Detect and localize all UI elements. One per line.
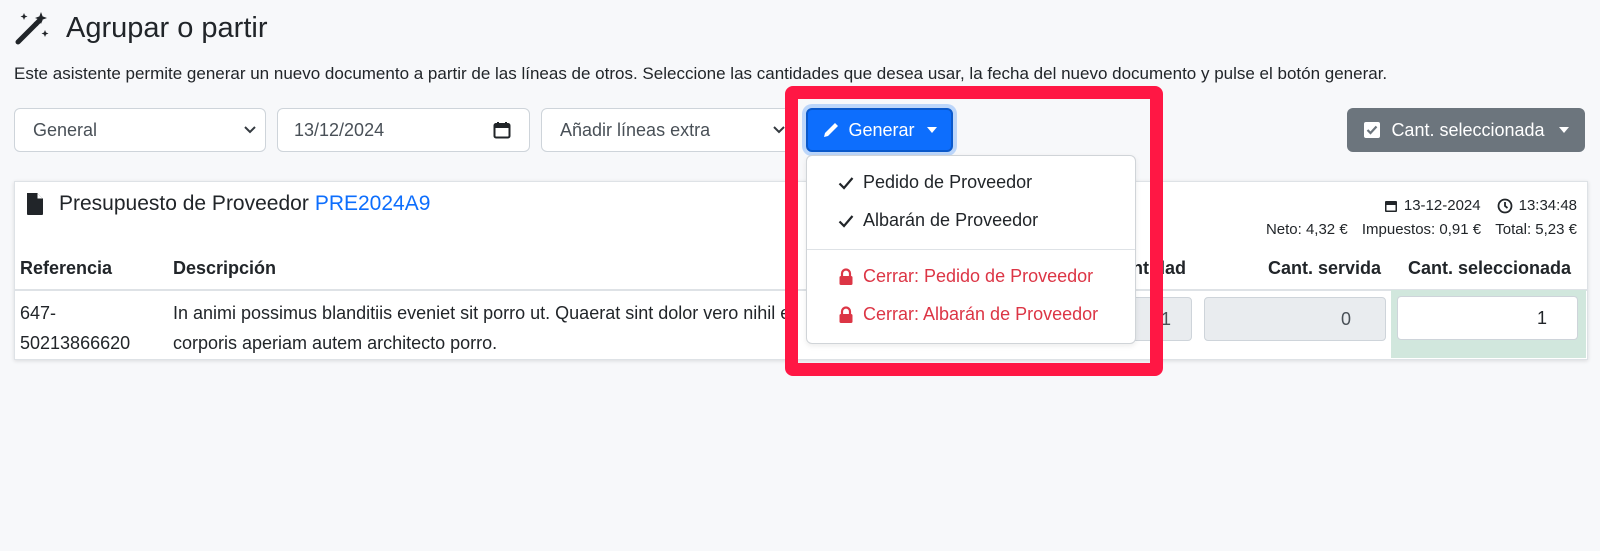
date-input-value: 13/12/2024 [294, 119, 385, 140]
menu-item-label: Cerrar: Pedido de Proveedor [863, 266, 1094, 286]
extra-lines-select[interactable]: Añadir líneas extra [541, 108, 795, 152]
check-square-icon [1364, 122, 1381, 138]
description-line: corporis aperiam autem architecto porro. [173, 333, 498, 353]
menu-item-albaran-proveedor[interactable]: Albarán de Proveedor [837, 210, 1038, 231]
generate-dropdown-menu: Pedido de Proveedor Albarán de Proveedor… [806, 155, 1136, 344]
menu-item-label: Cerrar: Albarán de Proveedor [863, 304, 1099, 324]
chevron-down-icon [244, 126, 256, 134]
check-icon [838, 214, 854, 228]
table-row-description: In animi possimus blanditiis eveniet sit… [173, 298, 813, 358]
quantity-value: 1 [1160, 308, 1171, 329]
column-header-description: Descripción [173, 258, 277, 278]
table-header-divider [14, 289, 1588, 291]
date-input[interactable]: 13/12/2024 [277, 108, 530, 152]
generate-button-label: Generar [848, 119, 915, 140]
document-date: 13-12-2024 [1403, 197, 1481, 214]
served-quantity-field: 0 [1204, 297, 1386, 341]
description-line: In animi possimus blanditiis eveniet sit… [173, 303, 791, 323]
series-select-value: General [33, 119, 98, 140]
caret-down-icon [1558, 127, 1569, 133]
document-meta: 13-12-2024 13:34:48 Neto: 4,32 € Impuest… [1256, 194, 1577, 242]
document-heading: Presupuesto de Proveedor PRE2024A9 [25, 192, 430, 216]
served-quantity-value: 0 [1340, 308, 1351, 329]
page-title: Agrupar o partir [66, 11, 268, 44]
lock-icon [839, 267, 853, 285]
chevron-down-icon [773, 126, 785, 134]
check-icon [838, 176, 854, 190]
file-icon [27, 193, 43, 215]
clock-icon [1497, 198, 1513, 214]
document-type: Presupuesto de Proveedor [59, 192, 309, 215]
calendar-icon [1384, 201, 1397, 212]
selected-quantity-button[interactable]: Cant. seleccionada [1347, 108, 1585, 152]
reference-line: 50213866620 [20, 333, 131, 353]
document-net: Neto: 4,32 € [1265, 221, 1348, 238]
selected-quantity-input[interactable]: 1 [1397, 296, 1578, 340]
document-total: Total: 5,23 € [1495, 221, 1577, 238]
document-code-link[interactable]: PRE2024A9 [315, 192, 431, 216]
page-description: Este asistente permite generar un nuevo … [14, 64, 1388, 83]
menu-divider [807, 249, 1135, 250]
page-header: Agrupar o partir [14, 10, 268, 46]
document-time: 13:34:48 [1518, 197, 1577, 214]
menu-item-cerrar-albaran[interactable]: Cerrar: Albarán de Proveedor [837, 304, 1098, 325]
pencil-icon [824, 123, 839, 137]
selected-quantity-value: 1 [1536, 307, 1547, 328]
menu-item-label: Albarán de Proveedor [863, 210, 1039, 230]
menu-item-cerrar-pedido[interactable]: Cerrar: Pedido de Proveedor [837, 266, 1093, 287]
column-header-served: Cant. servida [1268, 258, 1382, 278]
magic-wand-icon [15, 12, 49, 45]
reference-line: 647- [20, 303, 57, 323]
table-row-reference: 647- 50213866620 [20, 298, 130, 358]
menu-item-pedido-proveedor[interactable]: Pedido de Proveedor [837, 172, 1032, 193]
selected-quantity-label: Cant. seleccionada [1391, 119, 1545, 140]
generate-button[interactable]: Generar [806, 108, 953, 152]
column-header-reference: Referencia [20, 258, 113, 278]
column-header-selected: Cant. seleccionada [1408, 258, 1572, 278]
column-header-quantity: ntidad [1132, 258, 1186, 278]
lock-icon [839, 305, 853, 323]
menu-item-label: Pedido de Proveedor [863, 172, 1033, 192]
extra-lines-select-value: Añadir líneas extra [560, 119, 711, 140]
caret-down-icon [926, 127, 937, 133]
series-select[interactable]: General [14, 108, 266, 152]
calendar-icon[interactable] [493, 121, 511, 139]
document-taxes: Impuestos: 0,91 € [1361, 221, 1482, 238]
